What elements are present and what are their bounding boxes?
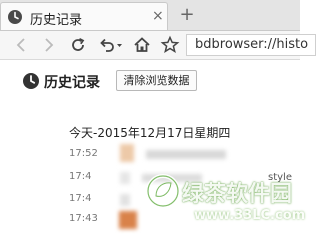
blurred-favicon [120, 144, 134, 162]
tab-history[interactable]: 历史记录 × [0, 2, 168, 30]
history-row[interactable]: 17:52 [0, 144, 300, 166]
page-title: 历史记录 [44, 75, 100, 91]
undo-icon[interactable] [96, 35, 124, 55]
blurred-title [146, 150, 226, 159]
history-clock-icon [23, 73, 39, 89]
date-heading: 今天-2015年12月17日星期四 [69, 126, 231, 140]
history-time: 17:4 [69, 171, 92, 182]
reload-icon[interactable] [68, 35, 88, 55]
blurred-favicon [120, 194, 130, 206]
forward-arrow-icon[interactable] [38, 35, 58, 55]
history-time: 17:4 [69, 193, 92, 204]
tab-title: 历史记录 [30, 13, 83, 28]
watermark: 绿茶软件园 www.33LC.com [138, 172, 305, 236]
home-icon[interactable] [132, 35, 152, 55]
clear-browsing-data-button[interactable]: 清除浏览数据 [116, 70, 197, 91]
star-icon[interactable] [160, 35, 180, 55]
tab-strip: 历史记录 × + [0, 0, 300, 31]
close-icon[interactable]: × [152, 7, 164, 25]
back-arrow-icon[interactable] [12, 35, 32, 55]
address-bar[interactable]: bdbrowser://histo [186, 34, 316, 56]
toolbar: bdbrowser://histo [0, 31, 316, 60]
watermark-name: 绿茶软件园 [182, 182, 293, 207]
blurred-favicon [120, 172, 130, 184]
clock-icon [8, 10, 22, 24]
new-tab-button[interactable]: + [176, 4, 198, 26]
history-time: 17:52 [69, 148, 98, 159]
history-time: 17:43 [69, 213, 98, 224]
address-value: bdbrowser://histo [195, 37, 309, 52]
watermark-url: www.33LC.com [194, 208, 306, 223]
leaf-logo-icon [146, 174, 180, 208]
blurred-favicon [119, 211, 137, 229]
